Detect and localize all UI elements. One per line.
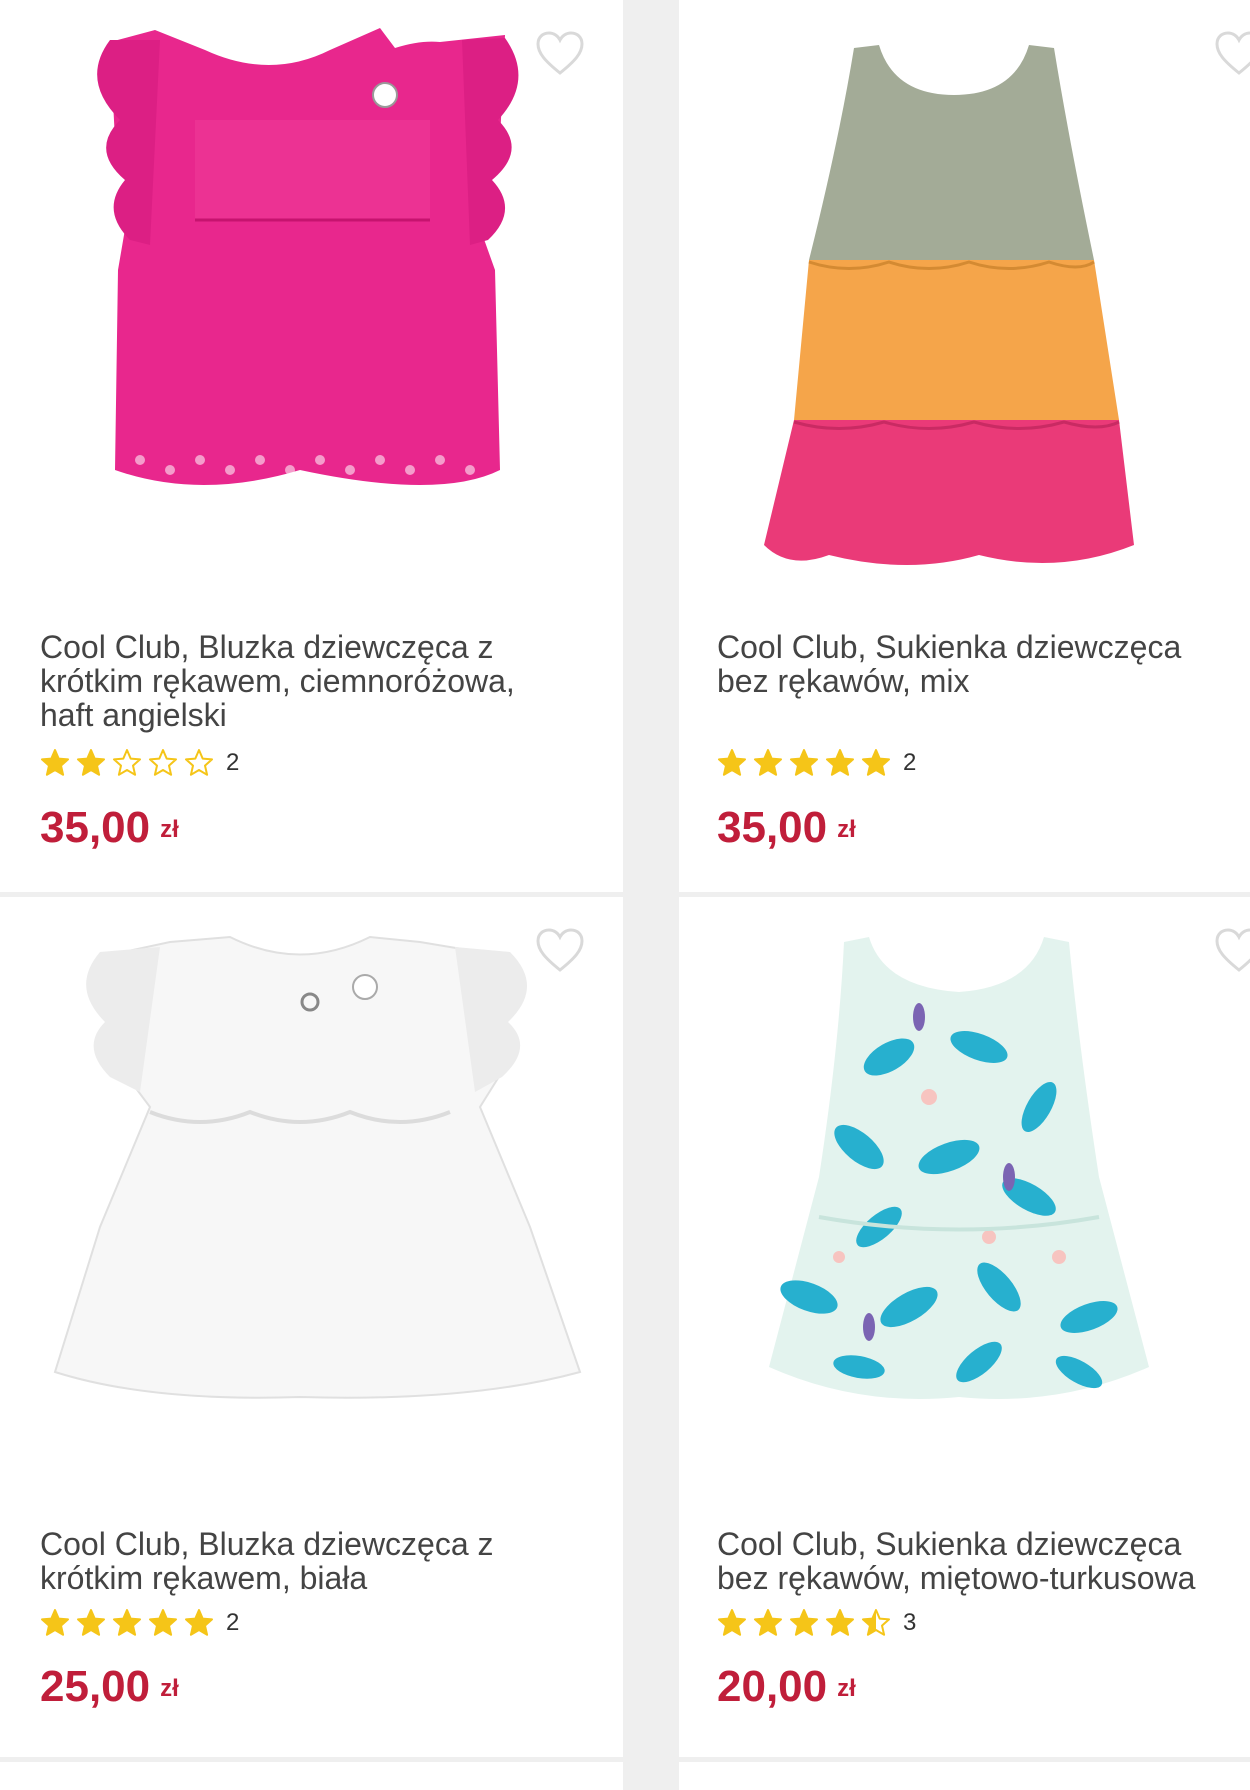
product-price: 20,00 zł	[717, 1662, 856, 1714]
star-icon	[149, 749, 177, 776]
product-rating: 3	[717, 1608, 916, 1638]
rating-count: 2	[226, 1609, 240, 1636]
title-line: Cool Club, Sukienka dziewczęca	[717, 1526, 1182, 1562]
product-rating: 2	[40, 748, 239, 778]
star-icon	[113, 749, 141, 776]
product-title[interactable]: Cool Club, Bluzka dziewczęca z krótkim r…	[40, 1527, 600, 1595]
heart-outline-icon[interactable]	[535, 927, 585, 973]
star-icon	[41, 749, 69, 776]
heart-outline-icon[interactable]	[1214, 30, 1250, 76]
star-icon	[826, 749, 854, 776]
star-icon	[77, 749, 105, 776]
title-line: krótkim rękawem, biała	[40, 1560, 368, 1596]
star-icon	[41, 1609, 69, 1636]
product-image[interactable]	[679, 0, 1250, 600]
product-card[interactable]: Cool Club, Bluzka dziewczęca z krótkim r…	[0, 0, 623, 892]
star-icon	[185, 1609, 213, 1636]
price-value: 35,00	[40, 803, 151, 852]
price-currency: zł	[837, 1675, 856, 1703]
product-card[interactable]	[0, 1762, 623, 1790]
star-icon	[862, 1609, 890, 1636]
star-icon	[185, 749, 213, 776]
price-currency: zł	[160, 816, 179, 844]
product-image[interactable]	[679, 897, 1250, 1497]
star-icon	[113, 1609, 141, 1636]
star-icon	[149, 1609, 177, 1636]
title-line: bez rękawów, mix	[717, 663, 970, 699]
star-icon	[826, 1609, 854, 1636]
price-currency: zł	[160, 1675, 179, 1703]
product-title[interactable]: Cool Club, Sukienka dziewczęca bez rękaw…	[717, 1527, 1247, 1595]
product-card[interactable]	[679, 1762, 1250, 1790]
product-card[interactable]: Cool Club, Sukienka dziewczęca bez rękaw…	[679, 897, 1250, 1757]
product-image[interactable]	[0, 897, 623, 1497]
title-line: Cool Club, Bluzka dziewczęca z	[40, 629, 494, 665]
rating-count: 3	[903, 1609, 917, 1636]
product-rating: 2	[40, 1608, 239, 1638]
price-currency: zł	[837, 816, 856, 844]
rating-count: 2	[903, 749, 917, 776]
star-icon	[718, 749, 746, 776]
product-title[interactable]: Cool Club, Bluzka dziewczęca z krótkim r…	[40, 630, 600, 732]
star-icon	[754, 1609, 782, 1636]
product-grid: Cool Club, Bluzka dziewczęca z krótkim r…	[0, 0, 1250, 1790]
product-price: 35,00 zł	[717, 803, 856, 855]
star-icon	[718, 1609, 746, 1636]
product-title[interactable]: Cool Club, Sukienka dziewczęca bez rękaw…	[717, 630, 1247, 698]
heart-outline-icon[interactable]	[535, 30, 585, 76]
product-card[interactable]: Cool Club, Sukienka dziewczęca bez rękaw…	[679, 0, 1250, 892]
title-line: Cool Club, Sukienka dziewczęca	[717, 629, 1182, 665]
product-rating: 2	[717, 748, 916, 778]
product-price: 35,00 zł	[40, 803, 179, 855]
star-icon	[754, 749, 782, 776]
star-icon	[790, 749, 818, 776]
product-image[interactable]	[0, 0, 623, 600]
price-value: 35,00	[717, 803, 828, 852]
star-icon	[77, 1609, 105, 1636]
star-icon	[790, 1609, 818, 1636]
product-card[interactable]: Cool Club, Bluzka dziewczęca z krótkim r…	[0, 897, 623, 1757]
rating-count: 2	[226, 749, 240, 776]
title-line: haft angielski	[40, 697, 227, 733]
price-value: 25,00	[40, 1662, 151, 1711]
price-value: 20,00	[717, 1662, 828, 1711]
heart-outline-icon[interactable]	[1214, 927, 1250, 973]
title-line: Cool Club, Bluzka dziewczęca z	[40, 1526, 494, 1562]
star-icon	[862, 749, 890, 776]
title-line: bez rękawów, miętowo-turkusowa	[717, 1560, 1196, 1596]
title-line: krótkim rękawem, ciemnoróżowa,	[40, 663, 515, 699]
product-price: 25,00 zł	[40, 1662, 179, 1714]
